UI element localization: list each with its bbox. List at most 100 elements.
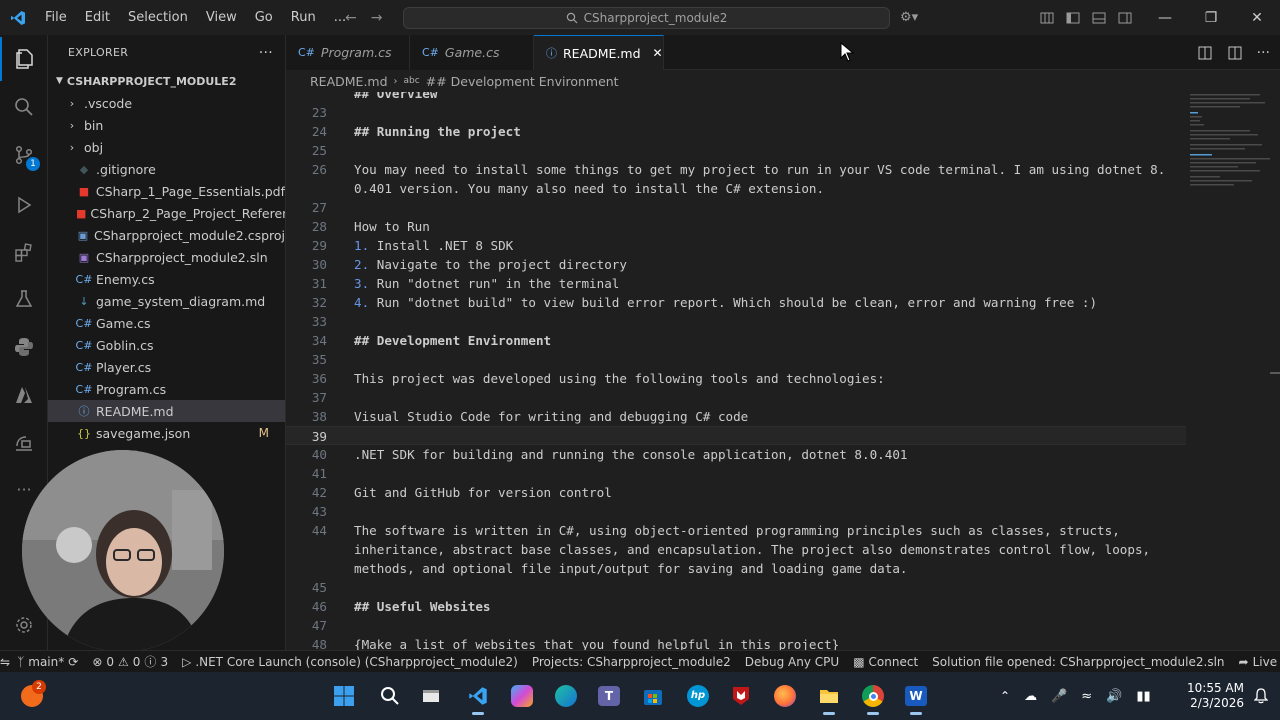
tab-program-cs[interactable]: C# Program.cs: [286, 35, 410, 70]
tree-file[interactable]: ↓ game_system_diagram.md: [48, 290, 285, 312]
markdown-heading: ## Running the project: [354, 124, 521, 139]
live-share-icon: ➦: [1238, 654, 1249, 669]
volume-icon[interactable]: 🔊: [1106, 689, 1122, 704]
projects-status[interactable]: Projects: CSharpproject_module2: [525, 655, 738, 669]
menu-item-go[interactable]: Go: [246, 0, 282, 35]
taskbar-clock[interactable]: 10:55 AM 2/3/2026: [1184, 681, 1244, 711]
tab-game-cs[interactable]: C# Game.cs: [410, 35, 534, 70]
copilot-taskbar-icon[interactable]: [506, 680, 538, 712]
back-arrow-icon[interactable]: ←: [345, 10, 357, 26]
tree-file[interactable]: ◆ .gitignore: [48, 158, 285, 180]
line-number: 41: [311, 466, 327, 481]
forward-arrow-icon[interactable]: →: [371, 10, 383, 26]
search-icon[interactable]: [0, 85, 48, 129]
code-editor[interactable]: ## Overview 23 24 ## Running the project 25 2…: [286, 92, 1280, 650]
explorer-more-actions-icon[interactable]: ···: [259, 45, 273, 61]
remote-indicator-icon[interactable]: ⇋: [0, 651, 10, 673]
breadcrumb-file[interactable]: README.md: [310, 74, 388, 89]
toggle-primary-sidebar-icon[interactable]: [1066, 11, 1080, 25]
menu-item-run[interactable]: Run: [282, 0, 325, 35]
tree-file[interactable]: ▣ CSharpproject_module2.csproj: [48, 224, 285, 246]
microphone-icon[interactable]: 🎤: [1051, 689, 1067, 704]
split-editor-icon[interactable]: [1227, 45, 1243, 61]
open-preview-icon[interactable]: [1197, 45, 1213, 61]
more-actions-icon[interactable]: ···: [1257, 45, 1270, 61]
minimize-button[interactable]: —: [1142, 0, 1188, 35]
show-hidden-icons-chevron-icon[interactable]: ⌃: [1000, 689, 1010, 703]
maximize-button[interactable]: ❐: [1188, 0, 1234, 35]
tree-file[interactable]: ⓘ README.md: [48, 400, 285, 422]
branch-status[interactable]: ᛉ main* ⟳: [10, 655, 85, 669]
teams-icon[interactable]: T: [593, 680, 625, 712]
menu-item-selection[interactable]: Selection: [119, 0, 197, 35]
breadcrumb-symbol[interactable]: ## Development Environment: [426, 74, 619, 89]
tree-file[interactable]: C# Game.cs: [48, 312, 285, 334]
task-view-icon[interactable]: [415, 680, 447, 712]
file-explorer-icon[interactable]: [813, 680, 845, 715]
solution-status[interactable]: Solution file opened: CSharpproject_modu…: [925, 655, 1231, 669]
tree-file[interactable]: C# Goblin.cs: [48, 334, 285, 356]
word-icon[interactable]: W: [900, 680, 932, 715]
notifications-bell-icon[interactable]: [1253, 688, 1269, 708]
connect-status[interactable]: ▩ Connect: [846, 655, 925, 669]
tree-folder[interactable]: › .vscode: [48, 92, 285, 114]
tree-file[interactable]: ■CSharp_2_Page_Project_Reference...: [48, 202, 285, 224]
workspace-folder[interactable]: ▼ CSHARPPROJECT_MODULE2: [48, 70, 285, 92]
tree-file[interactable]: {} savegame.json M: [48, 422, 285, 444]
azure-icon[interactable]: [0, 373, 48, 417]
menu-item-file[interactable]: File: [36, 0, 76, 35]
menu-item-edit[interactable]: Edit: [76, 0, 119, 35]
taskbar-search-icon[interactable]: [374, 680, 406, 712]
store-icon[interactable]: [637, 680, 669, 712]
mcafee-icon[interactable]: [725, 680, 757, 712]
tree-file[interactable]: C# Player.cs: [48, 356, 285, 378]
tree-file[interactable]: C# Enemy.cs: [48, 268, 285, 290]
tree-folder[interactable]: › bin: [48, 114, 285, 136]
problems-status[interactable]: ⊗ 0 ⚠ 0 ⓘ 3: [85, 653, 175, 670]
tree-file[interactable]: C# Program.cs: [48, 378, 285, 400]
debug-config-status[interactable]: Debug Any CPU: [738, 655, 846, 669]
tree-file[interactable]: ▣ CSharpproject_module2.sln: [48, 246, 285, 268]
launch-config[interactable]: ▷ .NET Core Launch (console) (CSharpproj…: [175, 655, 525, 669]
tree-folder[interactable]: › obj: [48, 136, 285, 158]
code-line: 35: [286, 350, 1186, 369]
chrome-icon[interactable]: [857, 680, 889, 715]
tree-item-label: Player.cs: [96, 359, 152, 375]
testing-icon[interactable]: [0, 277, 48, 321]
wifi-icon[interactable]: ≈: [1081, 689, 1092, 704]
notification-app-icon[interactable]: 2: [16, 680, 48, 712]
explorer-icon[interactable]: [0, 37, 48, 81]
windows-start-icon[interactable]: [328, 680, 360, 712]
edge-icon[interactable]: [550, 680, 582, 712]
workspace-folder-label: CSHARPPROJECT_MODULE2: [66, 74, 237, 88]
onedrive-icon[interactable]: ☁: [1024, 689, 1037, 704]
menu-item-view[interactable]: View: [197, 0, 246, 35]
remote-explorer-icon[interactable]: [0, 421, 48, 465]
close-tab-icon[interactable]: ✕: [653, 46, 663, 60]
extensions-icon[interactable]: [0, 231, 48, 275]
source-control-icon[interactable]: 1: [0, 133, 48, 177]
copilot-icon[interactable]: ⚙▾: [900, 10, 918, 25]
python-icon[interactable]: [0, 325, 48, 369]
code-line: ## Overview: [286, 92, 1186, 103]
toggle-panel-icon[interactable]: [1092, 11, 1106, 25]
minimap[interactable]: [1188, 92, 1280, 650]
live-share-status[interactable]: ➦ Live Share: [1232, 655, 1280, 669]
markdown-heading: ## Overview: [354, 92, 438, 101]
code-text: 1. Install .NET 8 SDK: [354, 236, 513, 255]
customize-layout-icon[interactable]: [1040, 11, 1054, 25]
run-debug-icon[interactable]: [0, 183, 48, 227]
vscode-taskbar-icon[interactable]: [462, 680, 494, 715]
battery-icon[interactable]: ▮▮: [1136, 689, 1150, 704]
tab-readme-md[interactable]: ⓘ README.md ✕: [534, 35, 664, 70]
toggle-secondary-sidebar-icon[interactable]: [1118, 11, 1132, 25]
firefox-icon[interactable]: [769, 680, 801, 712]
status-bar: ⇋ ᛉ main* ⟳ ⊗ 0 ⚠ 0 ⓘ 3 ▷ .NET Core Laun…: [0, 650, 1280, 672]
line-number: 29: [311, 238, 327, 253]
close-window-button[interactable]: ✕: [1234, 0, 1280, 35]
tree-item-label: CSharp_1_Page_Essentials.pdf: [95, 183, 285, 199]
scrollbar-thumb[interactable]: [1270, 372, 1280, 374]
command-center-search[interactable]: CSharpproject_module2: [403, 7, 890, 29]
hp-icon[interactable]: hp: [682, 680, 714, 712]
tree-file[interactable]: ■ CSharp_1_Page_Essentials.pdf: [48, 180, 285, 202]
